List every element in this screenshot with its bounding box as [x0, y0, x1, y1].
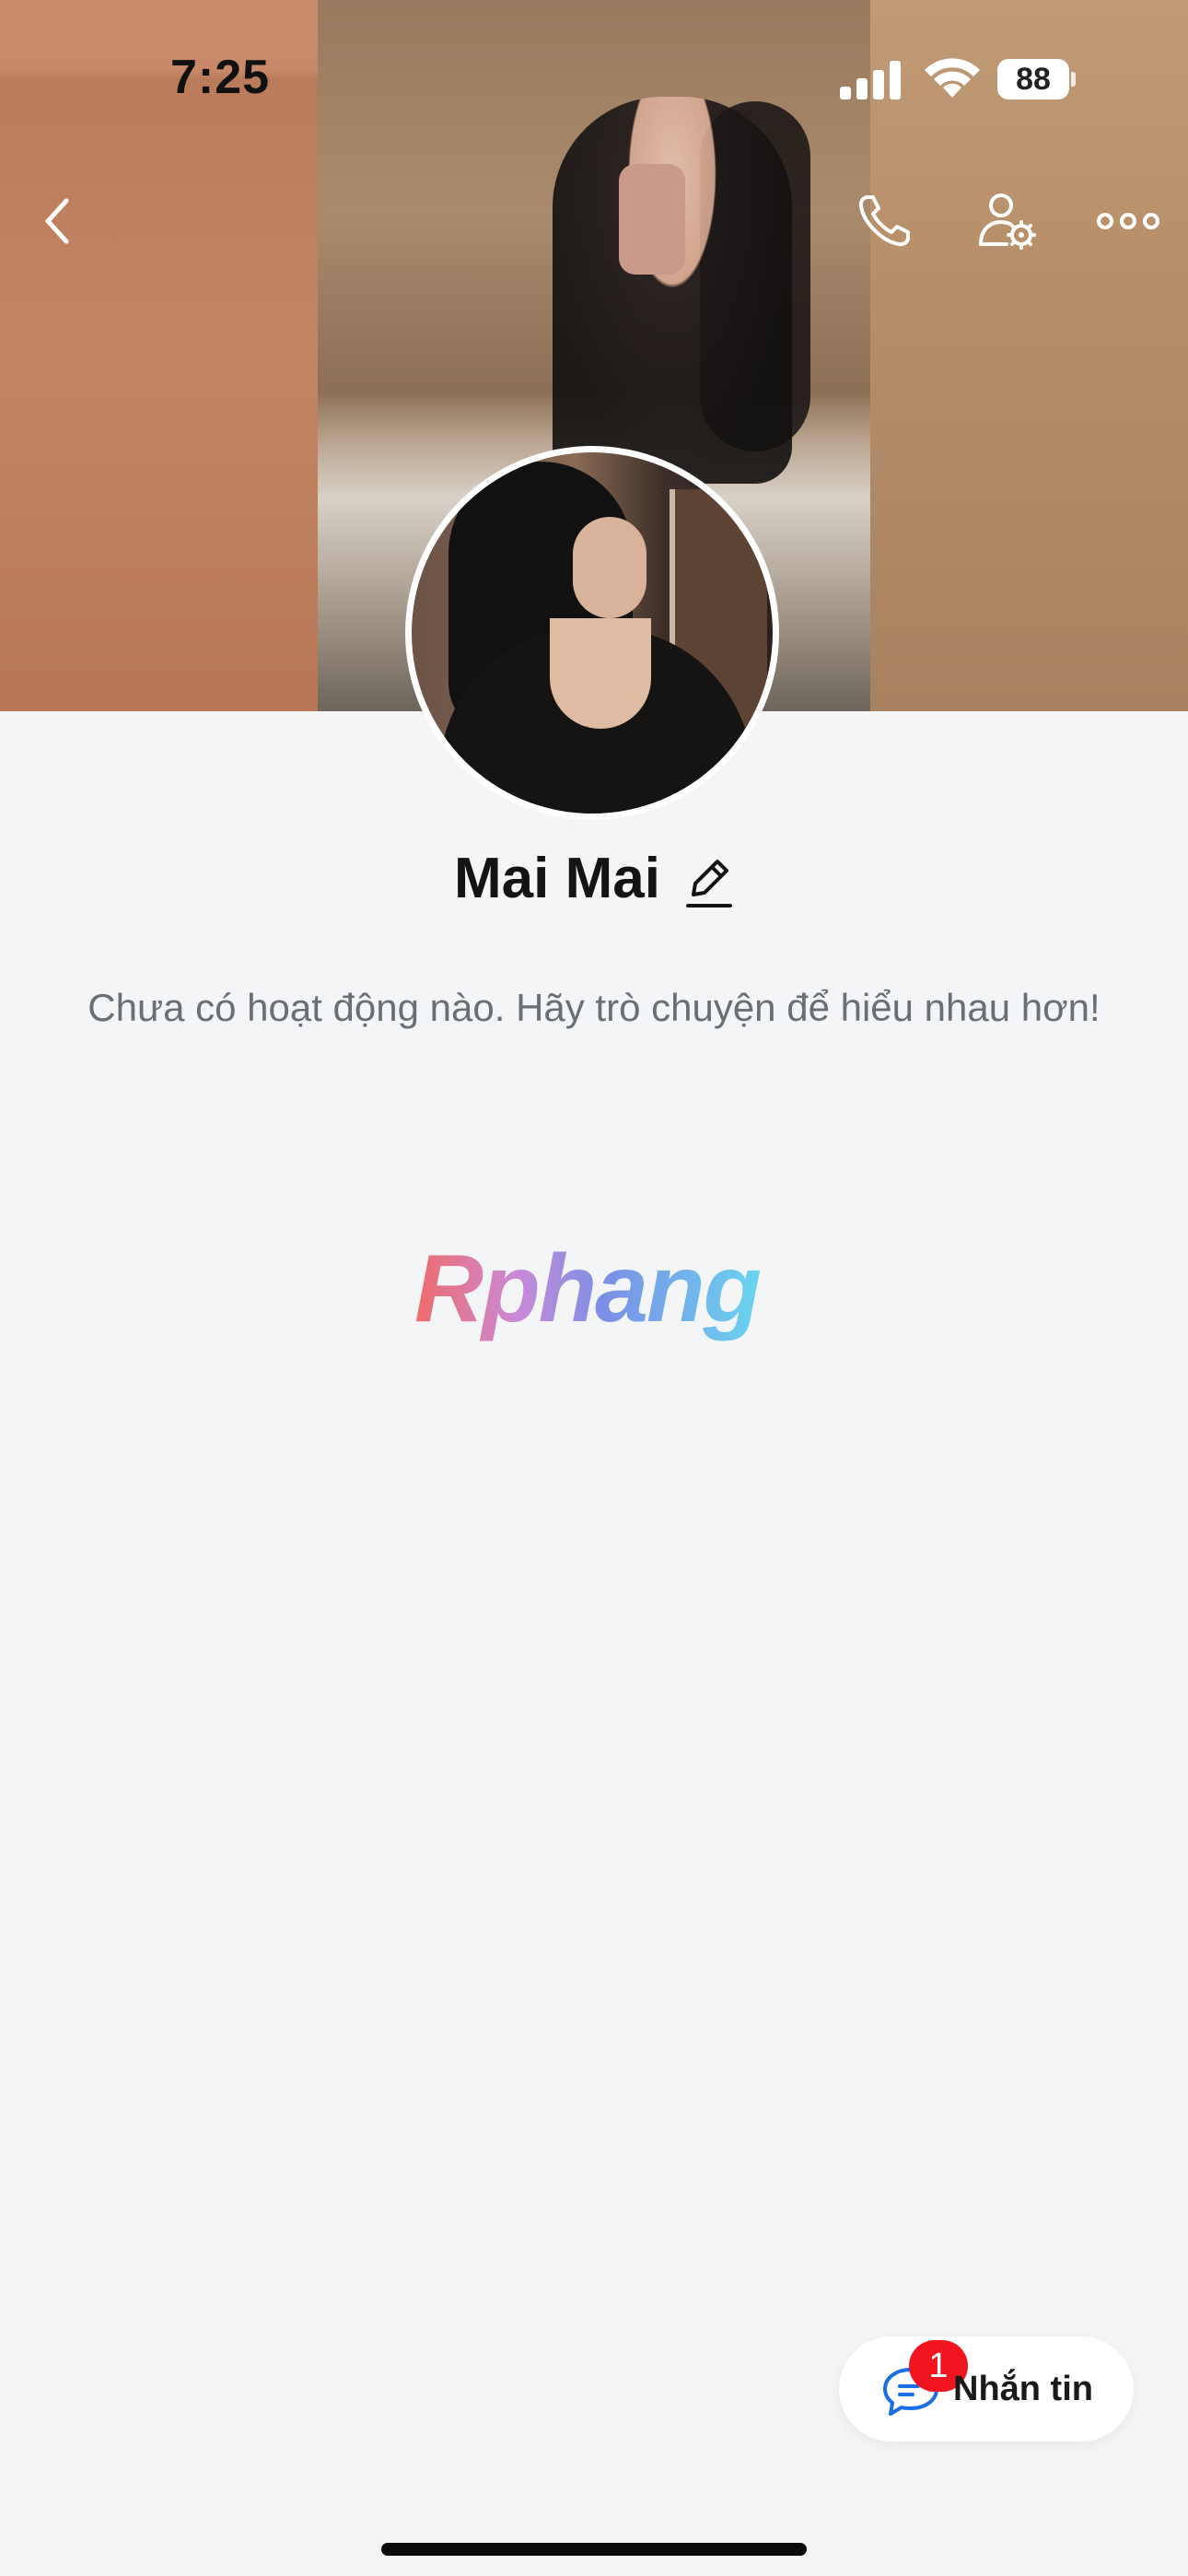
battery-indicator: 88 [997, 59, 1069, 100]
status-time: 7:25 [170, 51, 271, 104]
profile-name-row: Mai Mai [0, 846, 1188, 911]
chevron-left-icon [45, 198, 69, 244]
profile-settings-button[interactable] [971, 184, 1044, 258]
send-message-button[interactable]: 1 Nhắn tin [839, 2336, 1134, 2441]
avatar[interactable] [405, 446, 779, 820]
status-bar: 7:25 88 [0, 0, 1188, 138]
more-horizontal-icon [1097, 213, 1159, 229]
home-indicator[interactable] [381, 2543, 807, 2556]
watermark-logo: Rphang [414, 1235, 762, 1342]
avatar-face [573, 517, 646, 618]
more-button[interactable] [1091, 184, 1165, 258]
user-gear-icon [979, 193, 1036, 250]
cover-figure [553, 97, 792, 484]
avatar-neckline [550, 618, 651, 729]
edit-pencil-icon[interactable] [682, 854, 734, 909]
profile-screen: 7:25 88 Mai Mai Chưa có hoạt động nào. H… [0, 0, 1188, 2576]
phone-icon [858, 195, 910, 247]
profile-name: Mai Mai [454, 847, 660, 910]
cover-phone [619, 164, 685, 275]
wifi-icon [925, 58, 980, 98]
send-message-label: Nhắn tin [953, 2370, 1093, 2408]
signal-icon [840, 61, 901, 100]
avatar-photo [412, 452, 773, 814]
battery-nub [1071, 72, 1076, 87]
activity-empty-text: Chưa có hoạt động nào. Hãy trò chuyện để… [87, 986, 1101, 1029]
back-button[interactable] [20, 184, 94, 258]
call-button[interactable] [847, 184, 921, 258]
